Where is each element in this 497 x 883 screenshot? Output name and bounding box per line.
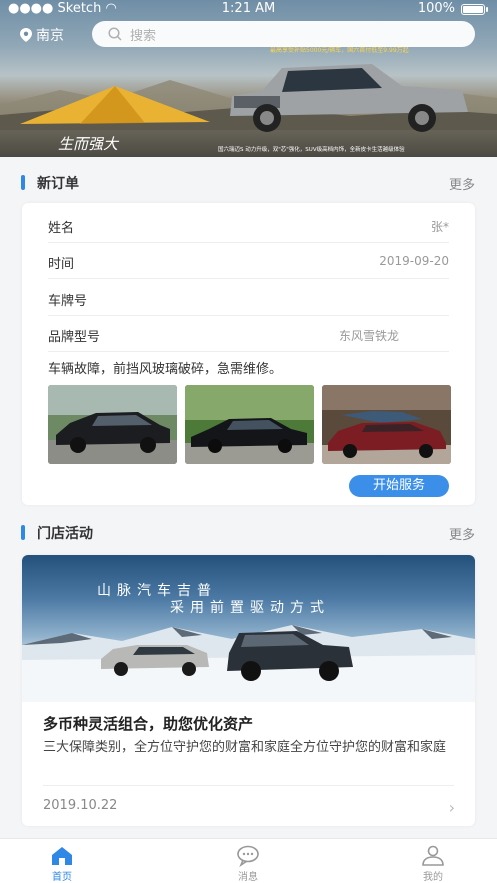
city-selector[interactable]: 南京 <box>20 25 64 45</box>
battery-icon <box>461 4 485 15</box>
activity-banner-image: 山脉汽车吉普 采用前置驱动方式 <box>22 555 475 702</box>
message-icon <box>237 845 259 867</box>
order-photo-sedan[interactable] <box>185 385 314 464</box>
user-icon <box>422 845 444 866</box>
search-icon <box>108 27 122 41</box>
more-activities-link[interactable]: 更多 <box>449 524 475 543</box>
battery-level: 100% <box>417 1 455 16</box>
status-bar: ●●●● Sketch ◠ 1:21 AM 100% <box>0 0 497 18</box>
activity-image-line2: 采用前置驱动方式 <box>170 600 330 616</box>
store-activity-header: 门店活动 更多 <box>0 511 497 551</box>
order-photo-suv[interactable] <box>48 385 177 464</box>
activity-date: 2019.10.22 <box>43 798 118 813</box>
tent-illustration <box>20 86 210 124</box>
section-accent-bar <box>21 525 25 540</box>
order-field-name: 姓名 张* <box>48 207 449 243</box>
tab-messages[interactable]: 消息 <box>208 839 288 883</box>
new-orders-header: 新订单 更多 <box>0 161 497 201</box>
section-title: 新订单 <box>37 176 79 192</box>
order-photo-showroom[interactable] <box>322 385 451 464</box>
hero-banner[interactable]: 最高享受补贴5000元/辆车，国六首付低至9.99万起 生而强大 国六瑞迈S 动… <box>0 0 497 157</box>
order-field-model: 品牌型号 东风雪铁龙 <box>48 316 449 352</box>
banner-footnote: 国六瑞迈S 动力升级，双"芯"强化，SUV级高档内饰，全新皮卡生活越级体验 <box>218 147 405 153</box>
start-service-button[interactable]: 开始服务 <box>349 475 449 497</box>
location-pin-icon <box>20 28 32 42</box>
city-label: 南京 <box>36 28 64 44</box>
section-title: 门店活动 <box>37 526 93 542</box>
search-placeholder: 搜索 <box>130 28 157 44</box>
home-screen: 最高享受补贴5000元/辆车，国六首付低至9.99万起 生而强大 国六瑞迈S 动… <box>0 0 497 883</box>
order-field-time: 时间 2019-09-20 <box>48 243 449 279</box>
banner-slogan: 生而强大 <box>58 135 119 153</box>
order-field-plate: 车牌号 <box>48 280 449 316</box>
order-description: 车辆故障，前挡风玻璃破碎，急需维修。 <box>48 362 283 377</box>
pickup-truck-image <box>230 64 468 132</box>
home-icon <box>52 847 72 865</box>
section-accent-bar <box>21 175 25 190</box>
tab-home[interactable]: 首页 <box>22 839 102 883</box>
tab-label: 首页 <box>52 872 72 883</box>
search-input[interactable]: 搜索 <box>92 21 475 47</box>
activity-card[interactable]: 山脉汽车吉普 采用前置驱动方式 多币种灵活组合，助您优化资产 三大保障类别，全方… <box>22 555 475 826</box>
tab-label: 我的 <box>423 872 443 883</box>
tab-label: 消息 <box>238 872 258 883</box>
divider <box>43 785 454 786</box>
order-card[interactable]: 姓名 张* 时间 2019-09-20 车牌号 品牌型号 东风雪铁龙 车辆故障，… <box>22 203 475 505</box>
activity-description: 三大保障类别，全方位守护您的财富和家庭全方位守护您的财富和家庭 <box>43 740 447 755</box>
chevron-right-icon[interactable]: › <box>449 798 455 817</box>
tab-bar: 首页 消息 我的 <box>0 838 497 883</box>
more-orders-link[interactable]: 更多 <box>449 174 475 193</box>
activity-title: 多币种灵活组合，助您优化资产 <box>43 715 254 733</box>
jeep-cars-image <box>101 631 353 681</box>
tab-profile[interactable]: 我的 <box>393 839 473 883</box>
